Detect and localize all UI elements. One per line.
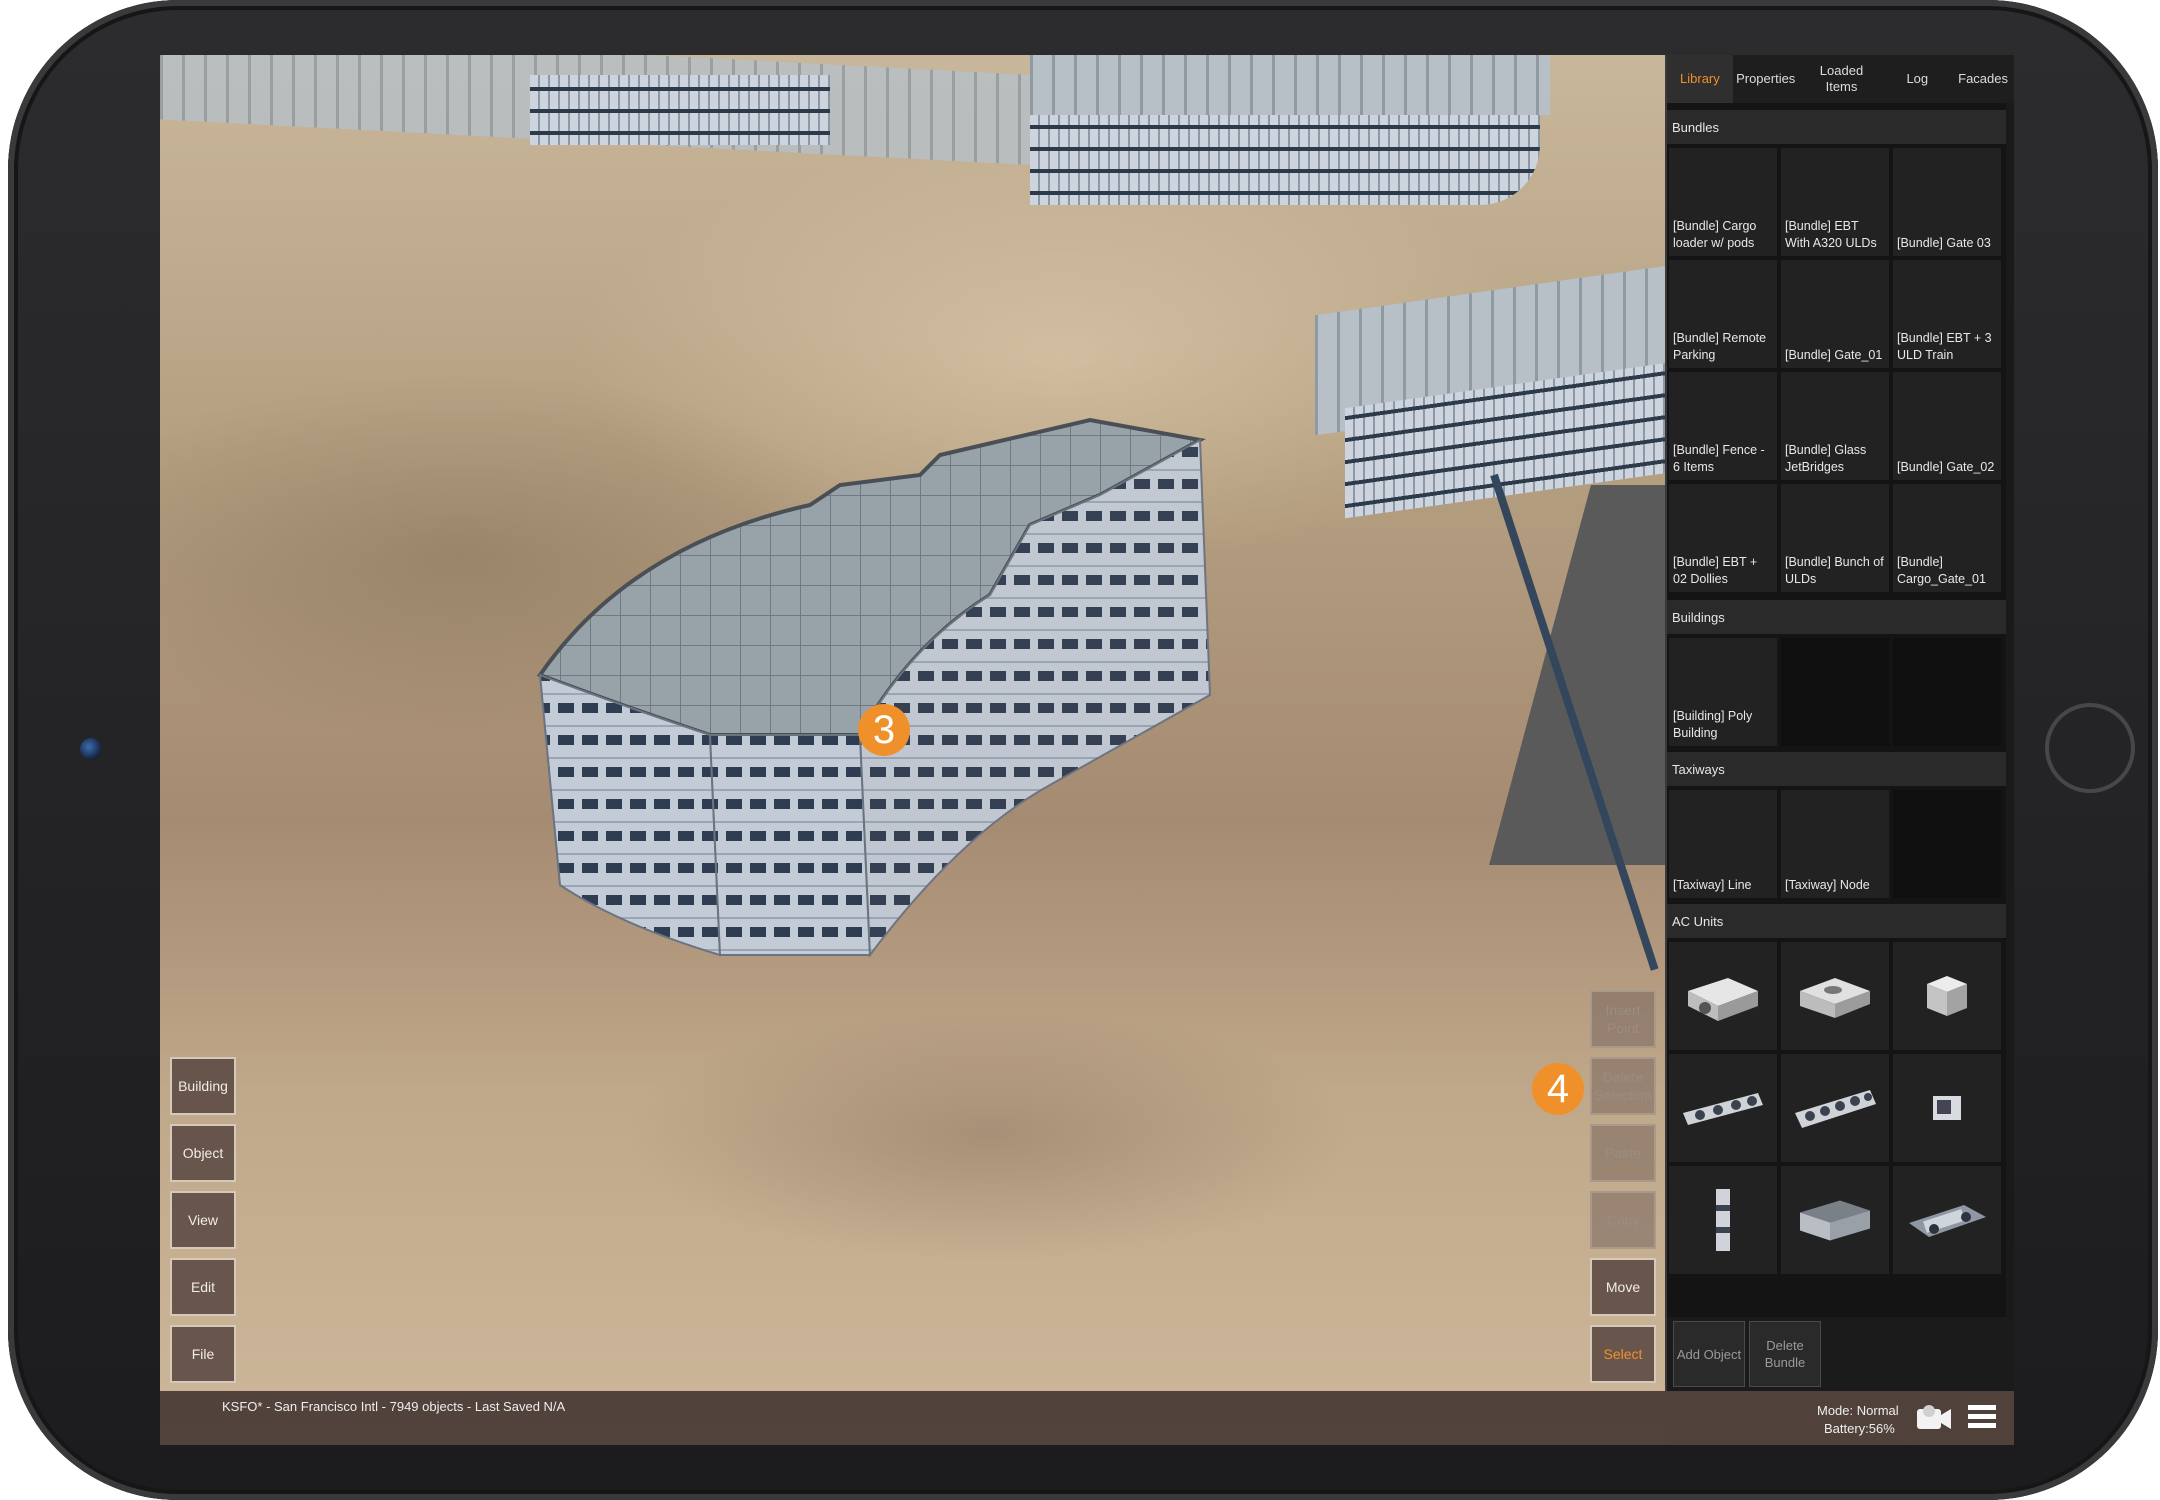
item-label: [Bundle] Gate_02	[1897, 460, 1995, 474]
item-label: [Building] Poly Building	[1673, 709, 1753, 740]
library-item[interactable]: [Bundle] Cargo_Gate_01	[1893, 484, 2001, 592]
library-item[interactable]: [Bundle] EBT + 3 ULD Train	[1893, 260, 2001, 368]
ac-unit-6-icon	[1933, 1096, 1961, 1120]
tab-properties[interactable]: Properties	[1733, 55, 1799, 103]
item-label: [Bundle] EBT + 02 Dollies	[1673, 555, 1758, 586]
glass-building-top	[530, 75, 830, 145]
status-info-text: KSFO* - San Francisco Intl - 7949 object…	[222, 1399, 566, 1414]
empty-cell	[1893, 790, 2001, 898]
mode-text: Mode: Normal	[1817, 1403, 1899, 1418]
tab-log[interactable]: Log	[1884, 55, 1950, 103]
paste-button[interactable]: Paste	[1590, 1124, 1656, 1182]
ac-units-grid	[1669, 942, 2001, 1274]
delete-selection-button[interactable]: Delete Selection	[1590, 1057, 1656, 1115]
section-ac-units-header: AC Units	[1667, 904, 2006, 938]
add-object-button[interactable]: Add Object	[1673, 1321, 1745, 1387]
library-item[interactable]: [Bundle] Bunch of ULDs	[1781, 484, 1889, 592]
library-item[interactable]: [Bundle] Cargo loader w/ pods	[1669, 148, 1777, 256]
empty-cell	[1781, 638, 1889, 746]
menu-icon[interactable]	[1966, 1403, 1998, 1431]
item-label: [Taxiway] Node	[1785, 878, 1870, 892]
callout-3-badge: 3	[858, 704, 910, 756]
status-bar: KSFO* - San Francisco Intl - 7949 object…	[160, 1391, 2014, 1445]
view-button[interactable]: View	[170, 1191, 236, 1249]
library-item[interactable]: [Bundle] Gate 03	[1893, 148, 2001, 256]
library-item[interactable]	[1893, 1054, 2001, 1162]
item-label: [Bundle] Cargo_Gate_01	[1897, 555, 1986, 586]
ac-unit-5-icon	[1795, 1090, 1876, 1128]
tab-loaded-items[interactable]: Loaded Items	[1799, 55, 1885, 103]
library-item[interactable]: [Taxiway] Node	[1781, 790, 1889, 898]
move-button[interactable]: Move	[1590, 1258, 1656, 1316]
item-label: [Bundle] Glass JetBridges	[1785, 443, 1867, 474]
terminal-roof-top	[1030, 55, 1550, 115]
library-item[interactable]: [Bundle] Glass JetBridges	[1781, 372, 1889, 480]
library-item[interactable]: [Bundle] EBT With A320 ULDs	[1781, 148, 1889, 256]
library-item[interactable]	[1669, 1054, 1777, 1162]
object-button[interactable]: Object	[170, 1124, 236, 1182]
app-screen: 3 4 Building Object View Edit File Inser…	[160, 55, 2014, 1445]
copy-button[interactable]: Copy	[1590, 1191, 1656, 1249]
select-button[interactable]: Select	[1590, 1325, 1656, 1383]
library-item[interactable]	[1781, 1166, 1889, 1274]
library-item[interactable]: [Bundle] EBT + 02 Dollies	[1669, 484, 1777, 592]
3d-viewport[interactable]: 3 4 Building Object View Edit File Inser…	[160, 55, 1665, 1445]
section-taxiways-header: Taxiways	[1667, 752, 2006, 786]
item-label: [Bundle] Gate 03	[1897, 236, 1991, 250]
building-button[interactable]: Building	[170, 1057, 236, 1115]
buildings-grid: [Building] Poly Building	[1669, 638, 2001, 746]
file-button[interactable]: File	[170, 1325, 236, 1383]
library-item[interactable]	[1669, 942, 1777, 1050]
empty-cell	[1893, 638, 2001, 746]
section-bundles-header: Bundles	[1667, 110, 2006, 144]
selected-building-model[interactable]	[530, 405, 1230, 965]
panel-tabs: Library Properties Loaded Items Log Faca…	[1667, 55, 2014, 103]
bundles-grid: [Bundle] Cargo loader w/ pods [Bundle] E…	[1669, 148, 2001, 592]
item-label: [Bundle] EBT With A320 ULDs	[1785, 219, 1877, 250]
panel-bottom-bar: Add Object Delete Bundle	[1667, 1317, 2014, 1391]
library-item[interactable]: [Bundle] Gate_01	[1781, 260, 1889, 368]
library-item[interactable]: [Bundle] Fence - 6 Items	[1669, 372, 1777, 480]
ac-unit-8-icon	[1800, 1200, 1870, 1241]
tab-facades[interactable]: Facades	[1950, 55, 2014, 103]
item-label: [Bundle] Cargo loader w/ pods	[1673, 219, 1757, 250]
library-panel: Library Properties Loaded Items Log Faca…	[1665, 55, 2014, 1391]
library-item[interactable]	[1669, 1166, 1777, 1274]
front-camera	[80, 738, 102, 760]
item-label: [Bundle] Fence - 6 Items	[1673, 443, 1765, 474]
section-buildings-header: Buildings	[1667, 600, 2006, 634]
ac-unit-9-icon	[1909, 1205, 1986, 1237]
library-item[interactable]: [Bundle] Gate_02	[1893, 372, 2001, 480]
library-item[interactable]: [Taxiway] Line	[1669, 790, 1777, 898]
ac-unit-4-icon	[1683, 1093, 1763, 1125]
ac-unit-7-icon	[1716, 1189, 1730, 1251]
ac-unit-3-icon	[1927, 976, 1967, 1016]
camera-icon[interactable]	[1915, 1403, 1953, 1433]
callout-4-badge: 4	[1532, 1063, 1584, 1115]
delete-bundle-button[interactable]: Delete Bundle	[1749, 1321, 1821, 1387]
item-label: [Taxiway] Line	[1673, 878, 1752, 892]
item-label: [Bundle] Gate_01	[1785, 348, 1883, 362]
ac-unit-1-icon	[1688, 978, 1758, 1021]
taxiways-grid: [Taxiway] Line [Taxiway] Node	[1669, 790, 2001, 898]
tablet-frame: 3 4 Building Object View Edit File Inser…	[8, 0, 2158, 1500]
library-item[interactable]	[1893, 1166, 2001, 1274]
item-label: [Bundle] Remote Parking	[1673, 331, 1767, 362]
item-label: [Bundle] Bunch of ULDs	[1785, 555, 1884, 586]
battery-text: Battery:56%	[1824, 1421, 1895, 1436]
library-item[interactable]: [Bundle] Remote Parking	[1669, 260, 1777, 368]
insert-point-button[interactable]: Insert Point	[1590, 990, 1656, 1048]
panel-scrollbar[interactable]	[2006, 103, 2014, 1363]
item-label: [Bundle] EBT + 3 ULD Train	[1897, 331, 1992, 362]
library-item[interactable]	[1781, 1054, 1889, 1162]
tab-library[interactable]: Library	[1667, 55, 1733, 103]
library-item[interactable]: [Building] Poly Building	[1669, 638, 1777, 746]
library-item[interactable]	[1893, 942, 2001, 1050]
edit-button[interactable]: Edit	[170, 1258, 236, 1316]
ac-unit-2-icon	[1800, 978, 1870, 1018]
home-button[interactable]	[2045, 703, 2135, 793]
library-item[interactable]	[1781, 942, 1889, 1050]
